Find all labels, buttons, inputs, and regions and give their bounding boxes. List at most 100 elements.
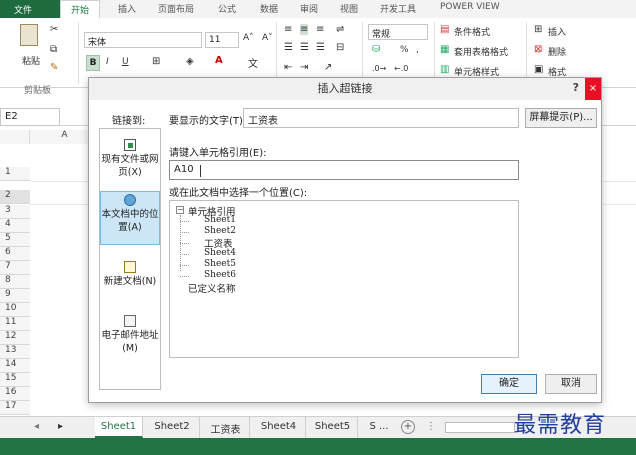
number-format-select[interactable]: 常规 xyxy=(368,24,428,40)
grow-font-button[interactable]: A˄ xyxy=(243,33,254,43)
cut-icon[interactable]: ✂ xyxy=(50,24,58,35)
font-size-select[interactable]: 11 xyxy=(205,32,239,48)
horizontal-scrollbar[interactable] xyxy=(445,422,515,433)
decrease-decimal-icon[interactable]: ←.0 xyxy=(394,64,408,73)
tab-insert[interactable]: 插入 xyxy=(118,2,136,15)
tab-page-layout[interactable]: 页面布局 xyxy=(158,2,194,15)
row-header[interactable]: 14 xyxy=(0,359,30,373)
row-header[interactable]: 4 xyxy=(0,219,30,233)
tree-node-sheet[interactable]: Sheet5 xyxy=(204,259,236,269)
tab-developer[interactable]: 开发工具 xyxy=(380,2,416,15)
paste-icon[interactable] xyxy=(20,24,38,46)
select-all-corner[interactable] xyxy=(0,130,30,144)
orientation-icon[interactable]: ↗ xyxy=(324,62,332,73)
row-header[interactable]: 10 xyxy=(0,303,30,317)
phonetic-icon[interactable]: 文 xyxy=(248,55,258,70)
tab-home[interactable]: 开始 xyxy=(60,0,101,18)
more-options-icon[interactable]: ⋮ xyxy=(426,421,436,432)
next-sheet-icon[interactable]: ▸ xyxy=(58,421,63,432)
close-button[interactable]: × xyxy=(585,78,601,100)
borders-icon[interactable]: ⊞ xyxy=(152,56,160,67)
fill-color-icon[interactable]: ◈ xyxy=(186,56,194,67)
collapse-icon[interactable]: − xyxy=(176,206,184,214)
cell-reference-input[interactable]: A10 xyxy=(169,160,519,180)
shrink-font-button[interactable]: A˅ xyxy=(262,33,273,43)
row-header[interactable]: 17 xyxy=(0,401,30,415)
nav-existing-file[interactable]: 现有文件或网 页(X) xyxy=(100,137,160,185)
conditional-format-button[interactable]: 条件格式 xyxy=(454,25,490,38)
tree-node-sheet[interactable]: Sheet6 xyxy=(204,270,236,280)
row-header[interactable]: 8 xyxy=(0,275,30,289)
tab-review[interactable]: 审阅 xyxy=(300,2,318,15)
font-color-icon[interactable]: A xyxy=(215,55,223,66)
row-header[interactable]: 16 xyxy=(0,387,30,401)
tree-node-sheet[interactable]: Sheet4 xyxy=(204,248,236,258)
align-top-icon[interactable]: ≡ xyxy=(284,24,292,35)
row-header[interactable]: 5 xyxy=(0,233,30,247)
nav-new-document[interactable]: 新建文档(N) xyxy=(100,259,160,299)
display-text-input[interactable]: 工资表 xyxy=(243,108,519,128)
format-painter-icon[interactable]: ✎ xyxy=(50,62,58,73)
align-center-icon[interactable]: ☰ xyxy=(300,42,309,53)
sheet-tab-sheet1[interactable]: Sheet1 xyxy=(95,417,143,438)
sheet-tab-salary[interactable]: 工资表 xyxy=(202,417,250,438)
increase-indent-icon[interactable]: ⇥ xyxy=(300,62,308,73)
nav-place-in-document[interactable]: 本文档中的位 置(A) xyxy=(100,191,160,245)
insert-cells-icon[interactable]: ⊞ xyxy=(534,24,542,35)
tab-power-view[interactable]: POWER VIEW xyxy=(440,2,500,12)
add-sheet-icon[interactable]: + xyxy=(401,420,415,434)
file-tab[interactable]: 文件 xyxy=(0,0,60,18)
row-header[interactable]: 6 xyxy=(0,247,30,261)
sheet-tab-sheet5[interactable]: Sheet5 xyxy=(308,417,358,438)
table-format-icon[interactable]: ▦ xyxy=(440,44,449,55)
insert-button[interactable]: 插入 xyxy=(548,25,566,38)
italic-button[interactable]: I xyxy=(106,57,109,67)
format-as-table-button[interactable]: 套用表格格式 xyxy=(454,45,508,58)
row-header[interactable]: 2 xyxy=(0,190,30,204)
format-cells-icon[interactable]: ▣ xyxy=(534,64,543,75)
row-header[interactable]: 3 xyxy=(0,205,30,219)
row-header[interactable]: 7 xyxy=(0,261,30,275)
bold-button[interactable]: B xyxy=(86,55,100,71)
decrease-indent-icon[interactable]: ⇤ xyxy=(284,62,292,73)
document-place-tree[interactable]: − 单元格引用 Sheet1 Sheet2 工资表 Sheet4 Sheet5 … xyxy=(169,200,519,358)
align-left-icon[interactable]: ☰ xyxy=(284,42,293,53)
conditional-format-icon[interactable]: ▤ xyxy=(440,24,449,35)
copy-icon[interactable]: ⧉ xyxy=(50,44,57,55)
currency-icon[interactable]: ⛁ xyxy=(372,44,380,55)
increase-decimal-icon[interactable]: .0→ xyxy=(372,64,386,73)
align-bottom-icon[interactable]: ≡ xyxy=(316,24,324,35)
cancel-button[interactable]: 取消 xyxy=(545,374,597,394)
screen-tip-button[interactable]: 屏幕提示(P)... xyxy=(525,108,597,128)
tab-data[interactable]: 数据 xyxy=(260,2,278,15)
row-header[interactable]: 1 xyxy=(0,167,30,181)
font-name-select[interactable]: 宋体 xyxy=(84,32,202,48)
row-header[interactable]: 11 xyxy=(0,317,30,331)
name-box[interactable]: E2 xyxy=(0,108,60,126)
underline-button[interactable]: U xyxy=(122,57,129,67)
tree-node-sheet[interactable]: Sheet2 xyxy=(204,226,236,236)
ok-button[interactable]: 确定 xyxy=(481,374,537,394)
delete-button[interactable]: 删除 xyxy=(548,45,566,58)
tree-node-sheet[interactable]: Sheet1 xyxy=(204,215,236,225)
nav-email-address[interactable]: 电子邮件地址 (M) xyxy=(100,313,160,361)
align-middle-icon[interactable]: ≡ xyxy=(300,24,309,35)
delete-cells-icon[interactable]: ⊠ xyxy=(534,44,542,55)
sheet-tab-more[interactable]: S ... xyxy=(360,417,398,438)
row-header[interactable]: 9 xyxy=(0,289,30,303)
tree-node-defined-names[interactable]: 已定义名称 xyxy=(188,281,236,295)
help-button[interactable]: ? xyxy=(573,81,579,94)
row-header[interactable]: 15 xyxy=(0,373,30,387)
paste-label[interactable]: 粘贴 xyxy=(22,54,40,67)
row-header[interactable]: 12 xyxy=(0,331,30,345)
sheet-tab-sheet4[interactable]: Sheet4 xyxy=(252,417,306,438)
align-right-icon[interactable]: ☰ xyxy=(316,42,325,53)
sheet-tab-sheet2[interactable]: Sheet2 xyxy=(145,417,200,438)
cell-styles-icon[interactable]: ▥ xyxy=(440,64,449,75)
prev-sheet-icon[interactable]: ◂ xyxy=(34,421,39,432)
comma-button[interactable]: , xyxy=(416,45,419,55)
merge-cells-icon[interactable]: ⊟ xyxy=(336,42,344,53)
row-header[interactable]: 13 xyxy=(0,345,30,359)
wrap-text-icon[interactable]: ⇌ xyxy=(336,24,344,35)
percent-button[interactable]: % xyxy=(400,45,409,55)
